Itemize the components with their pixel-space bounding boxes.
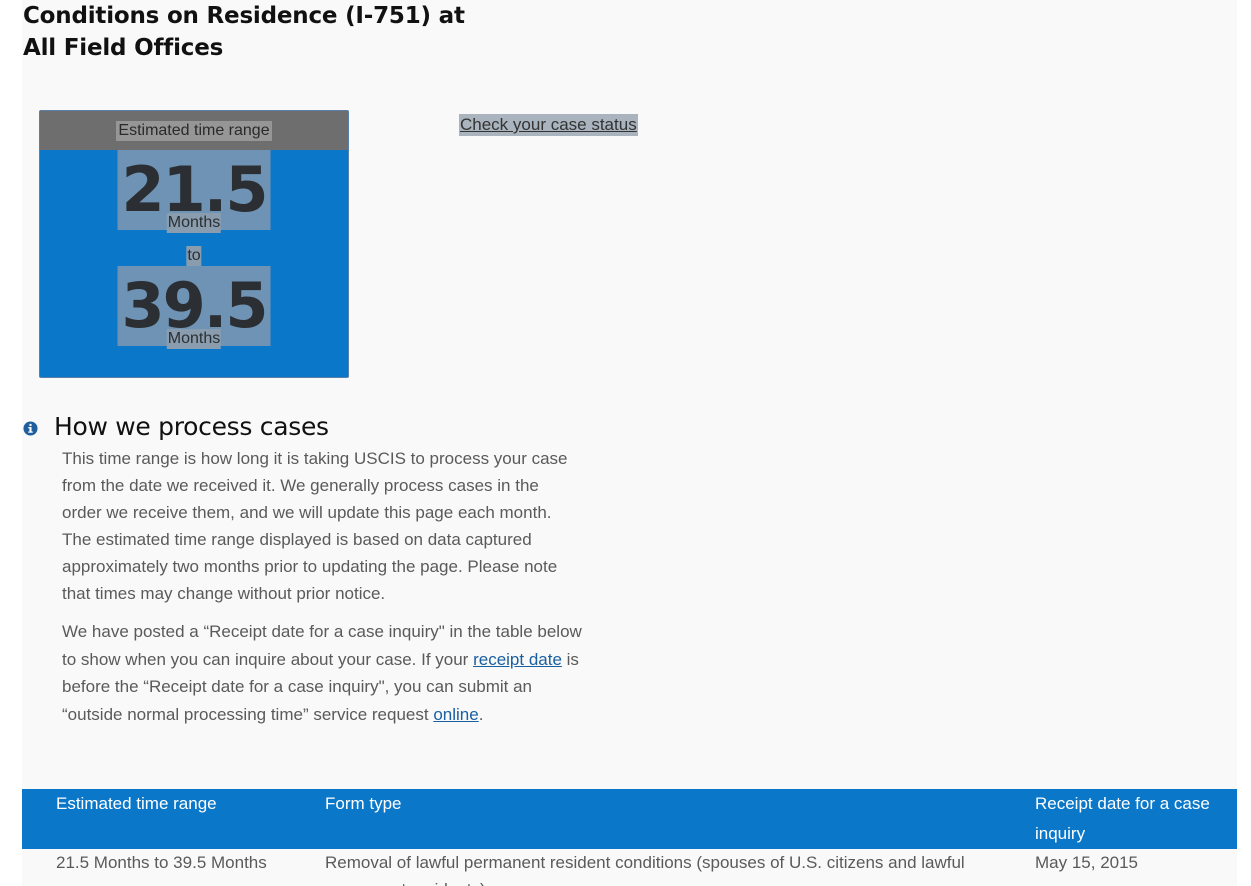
estimate-card-header-label: Estimated time range — [116, 121, 272, 141]
online-link[interactable]: online — [433, 705, 478, 724]
cell-form-type: Removal of lawful permanent resident con… — [325, 853, 965, 886]
cell-time-range: 21.5 Months to 39.5 Months — [56, 853, 267, 872]
estimated-time-range-card: Estimated time range 21.5 Months to 39.5… — [39, 110, 349, 378]
process-description-paragraph: This time range is how long it is taking… — [62, 449, 568, 603]
case-inquiry-text-3: . — [478, 704, 484, 724]
info-icon — [23, 421, 38, 436]
column-header-time-range: Estimated time range — [56, 794, 217, 813]
column-header-form-type: Form type — [325, 794, 402, 813]
estimate-card-header: Estimated time range — [40, 111, 348, 150]
estimate-to-unit: Months — [166, 329, 222, 349]
processing-table-header: Estimated time range Form type Receipt d… — [22, 789, 1237, 849]
cell-receipt-date: May 15, 2015 — [1035, 853, 1139, 872]
table-row: 21.5 Months to 39.5 Months Removal of la… — [22, 849, 1237, 886]
check-case-status-link[interactable]: Check your case status — [459, 114, 638, 136]
how-we-process-heading: How we process cases — [54, 412, 329, 441]
estimate-separator: to — [186, 246, 202, 266]
receipt-date-link[interactable]: receipt date — [473, 650, 562, 669]
case-inquiry-paragraph: We have posted a “Receipt date for a cas… — [62, 618, 582, 728]
estimate-from-unit: Months — [166, 213, 222, 233]
column-header-receipt-date: Receipt date for a case inquiry — [1035, 794, 1210, 843]
page-title: Conditions on Residence (I-751) at All F… — [23, 3, 465, 61]
